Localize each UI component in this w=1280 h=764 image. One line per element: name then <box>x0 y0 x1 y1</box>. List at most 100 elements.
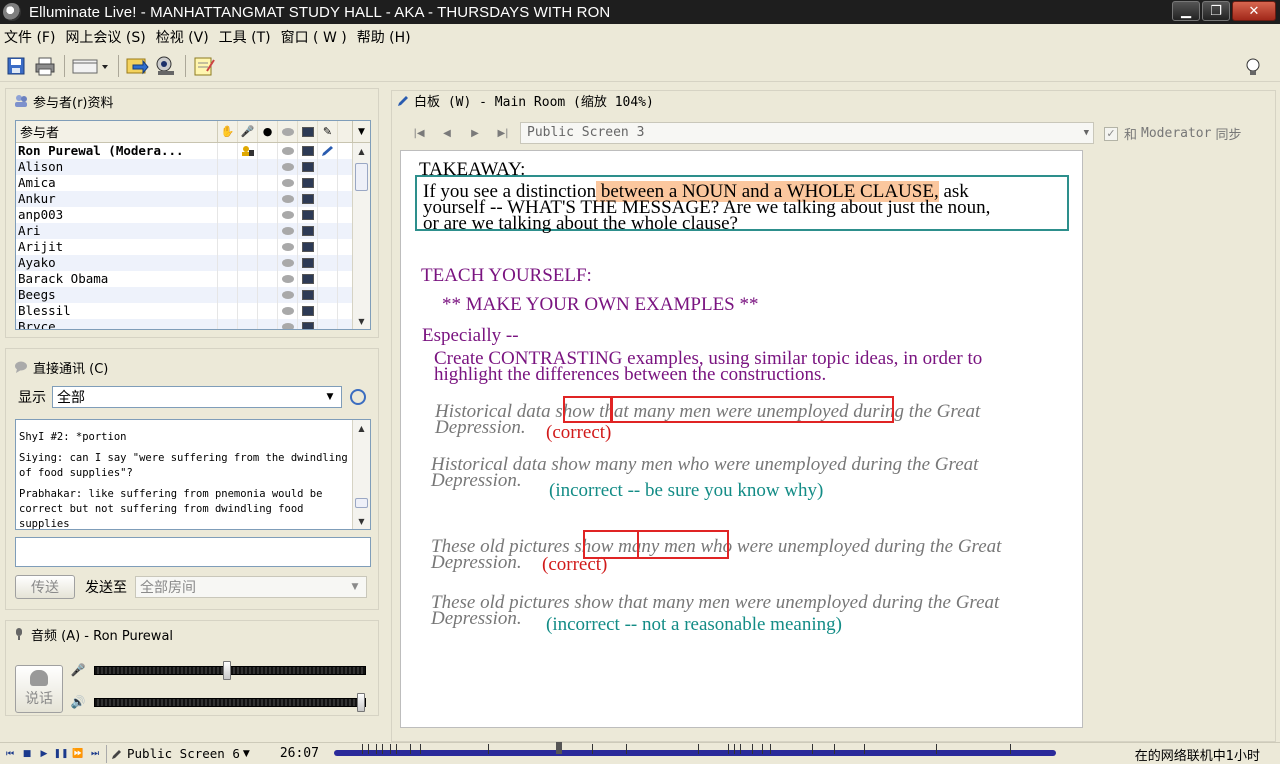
chat-input[interactable] <box>15 537 371 567</box>
pencil-status-icon[interactable] <box>318 271 338 287</box>
video-icon[interactable]: ● <box>258 121 278 142</box>
participants-list[interactable]: 参与者 ✋ 🎤 ● ✎ ▼ Ron Purewal (Modera... Alis… <box>15 120 371 330</box>
raise-hand-icon[interactable]: ✋ <box>218 121 238 142</box>
participant-row[interactable]: anp003 <box>16 207 370 223</box>
share-application-icon[interactable] <box>125 54 149 78</box>
mic-status-icon[interactable] <box>238 239 258 255</box>
previous-screen-icon[interactable]: ◀ <box>436 124 458 142</box>
minimize-button[interactable]: ▁ <box>1172 1 1200 21</box>
whiteboard-status-icon[interactable] <box>298 207 318 223</box>
layout-dropdown-icon[interactable] <box>71 54 111 78</box>
speaker-volume-slider[interactable] <box>94 692 366 712</box>
video-status-icon[interactable] <box>258 255 278 271</box>
pencil-status-icon[interactable] <box>318 223 338 239</box>
mic-status-icon[interactable] <box>238 319 258 329</box>
pencil-icon[interactable]: ✎ <box>318 121 338 142</box>
whiteboard-status-icon[interactable] <box>298 319 318 329</box>
chat-filter-select[interactable]: 全部 ▼ <box>52 386 342 408</box>
pencil-status-icon[interactable] <box>318 207 338 223</box>
whiteboard-access-icon[interactable] <box>298 121 318 142</box>
screen-select[interactable]: Public Screen 3 ▼ <box>520 122 1094 144</box>
pencil-status-icon[interactable] <box>318 175 338 191</box>
stop-icon[interactable]: ■ <box>20 747 34 761</box>
mic-status-icon[interactable] <box>238 207 258 223</box>
video-status-icon[interactable] <box>258 159 278 175</box>
chat-status-icon[interactable] <box>278 319 298 329</box>
chat-status-icon[interactable] <box>278 239 298 255</box>
sync-checkbox[interactable]: ✓ <box>1104 126 1118 141</box>
playback-timeline[interactable] <box>334 742 1056 756</box>
column-menu-chevron-down-icon[interactable]: ▼ <box>352 121 370 143</box>
participant-row[interactable]: Arijit <box>16 239 370 255</box>
notes-icon[interactable] <box>192 54 216 78</box>
pencil-status-icon[interactable] <box>318 303 338 319</box>
video-status-icon[interactable] <box>258 287 278 303</box>
chat-icon[interactable] <box>278 121 298 142</box>
chat-status-icon[interactable] <box>278 191 298 207</box>
mic-status-icon[interactable] <box>238 271 258 287</box>
mic-status-icon[interactable] <box>238 159 258 175</box>
whiteboard-status-icon[interactable] <box>298 159 318 175</box>
hand-status-icon[interactable] <box>218 287 238 303</box>
participant-row[interactable]: Ari <box>16 223 370 239</box>
elluminate-app-icon[interactable] <box>3 3 21 21</box>
microphone-volume-slider[interactable] <box>94 660 366 680</box>
help-bulb-icon[interactable] <box>1241 55 1265 79</box>
pencil-status-icon[interactable] <box>318 255 338 271</box>
whiteboard-status-icon[interactable] <box>298 239 318 255</box>
next-screen-icon[interactable]: ▶ <box>464 124 486 142</box>
hand-status-icon[interactable] <box>218 159 238 175</box>
hand-status-icon[interactable] <box>218 239 238 255</box>
hand-status-icon[interactable] <box>218 319 238 329</box>
participant-row[interactable]: Ankur <box>16 191 370 207</box>
chat-status-icon[interactable] <box>278 175 298 191</box>
participant-row[interactable]: Bryce <box>16 319 370 329</box>
chat-status-icon[interactable] <box>278 159 298 175</box>
hand-status-icon[interactable] <box>218 207 238 223</box>
participant-row[interactable]: Alison <box>16 159 370 175</box>
hand-status-icon[interactable] <box>218 175 238 191</box>
mic-status-icon[interactable] <box>238 255 258 271</box>
whiteboard-status-icon[interactable] <box>298 255 318 271</box>
status-screen[interactable]: Public Screen 6 <box>127 746 240 761</box>
hand-status-icon[interactable] <box>218 191 238 207</box>
whiteboard-canvas[interactable]: TAKEAWAY: If you see a distinction betwe… <box>400 150 1083 728</box>
close-button[interactable]: ✕ <box>1232 1 1276 21</box>
save-icon[interactable] <box>4 54 28 78</box>
menu-file[interactable]: 文件 (F) <box>4 27 55 47</box>
menu-session[interactable]: 网上会议 (S) <box>65 27 145 47</box>
participant-row[interactable]: Blessil <box>16 303 370 319</box>
hand-status-icon[interactable] <box>218 143 238 159</box>
first-screen-icon[interactable]: |◀ <box>408 124 430 142</box>
play-icon[interactable]: ▶ <box>37 747 51 761</box>
video-status-icon[interactable] <box>258 239 278 255</box>
whiteboard-status-icon[interactable] <box>298 287 318 303</box>
chat-status-icon[interactable] <box>278 271 298 287</box>
participants-column-header[interactable]: 参与者 <box>16 121 218 142</box>
video-status-icon[interactable] <box>258 223 278 239</box>
video-status-icon[interactable] <box>258 319 278 329</box>
menu-help[interactable]: 帮助 (H) <box>357 27 411 47</box>
pause-icon[interactable]: ❚❚ <box>53 747 68 761</box>
clock-icon[interactable] <box>350 389 366 405</box>
whiteboard-status-icon[interactable] <box>298 191 318 207</box>
participant-row[interactable]: Ayako <box>16 255 370 271</box>
chat-status-icon[interactable] <box>278 223 298 239</box>
print-icon[interactable] <box>33 54 57 78</box>
chat-scrollbar[interactable]: ▲ ▼ <box>352 420 370 529</box>
hand-status-icon[interactable] <box>218 303 238 319</box>
pencil-status-icon[interactable] <box>318 319 338 329</box>
whiteboard-status-icon[interactable] <box>298 143 318 159</box>
video-status-icon[interactable] <box>258 143 278 159</box>
participant-row[interactable]: Ron Purewal (Modera... <box>16 143 370 159</box>
slider-handle[interactable] <box>357 692 365 712</box>
participant-row[interactable]: Barack Obama <box>16 271 370 287</box>
menu-tools[interactable]: 工具 (T) <box>219 27 271 47</box>
hand-status-icon[interactable] <box>218 271 238 287</box>
video-camera-icon[interactable] <box>154 54 178 78</box>
timeline-handle[interactable] <box>556 742 562 754</box>
participants-scrollbar[interactable]: ▲ ▼ <box>352 143 370 329</box>
participant-row[interactable]: Amica <box>16 175 370 191</box>
pencil-status-icon[interactable] <box>318 159 338 175</box>
pencil-status-icon[interactable] <box>318 143 338 159</box>
